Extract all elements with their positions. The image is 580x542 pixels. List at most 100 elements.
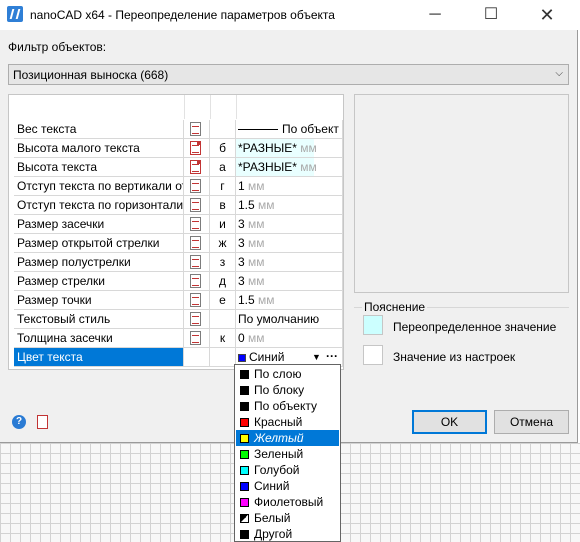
property-value-text: По объект — [282, 122, 339, 136]
property-value-text: 3 — [238, 217, 245, 231]
override-document-icon[interactable] — [190, 331, 201, 345]
override-doc-icon[interactable] — [37, 415, 48, 429]
property-row[interactable]: Отступ текста по горизонтали в 1.5 мм — [14, 196, 343, 215]
legend-title: Пояснение — [362, 300, 428, 314]
override-document-icon[interactable] — [190, 122, 201, 136]
property-override-cell[interactable] — [184, 348, 210, 367]
color-option[interactable]: Белый — [236, 510, 339, 526]
property-row[interactable]: Размер засечки и 3 мм — [14, 215, 343, 234]
property-value[interactable]: 0 мм — [236, 329, 343, 348]
color-option[interactable]: Желтый — [236, 430, 339, 446]
property-row[interactable]: Текстовый стиль По умолчанию — [14, 310, 343, 329]
color-option[interactable]: По слою — [236, 366, 339, 382]
maximize-button[interactable]: ☐ — [468, 0, 514, 30]
property-row[interactable]: Размер стрелки д 3 мм — [14, 272, 343, 291]
close-button[interactable]: ✕ — [524, 0, 570, 30]
property-override-cell[interactable] — [184, 253, 210, 272]
unit-label: мм — [254, 293, 275, 307]
color-swatch — [240, 450, 249, 459]
property-row[interactable]: Высота малого текста б *РАЗНЫЕ* мм — [14, 139, 343, 158]
override-document-icon[interactable] — [190, 198, 201, 212]
default-swatch — [363, 345, 383, 365]
color-swatch — [240, 466, 249, 475]
color-option[interactable]: Зеленый — [236, 446, 339, 462]
property-value[interactable]: 1 мм — [236, 177, 343, 196]
property-override-cell[interactable] — [184, 329, 210, 348]
property-value-text: 0 — [238, 331, 245, 345]
property-override-cell[interactable] — [184, 291, 210, 310]
default-legend-label: Значение из настроек — [393, 350, 516, 364]
property-row[interactable]: Высота текста а *РАЗНЫЕ* мм — [14, 158, 343, 177]
color-option[interactable]: Другой — [236, 526, 339, 542]
override-document-icon[interactable] — [190, 160, 201, 174]
property-value[interactable]: 1.5 мм — [236, 196, 343, 215]
unit-label: мм — [244, 274, 265, 288]
property-key — [210, 310, 236, 329]
unit-label: мм — [244, 179, 265, 193]
color-option[interactable]: Голубой — [236, 462, 339, 478]
property-value[interactable]: 3 мм — [236, 215, 343, 234]
property-value[interactable]: По объект — [236, 120, 343, 139]
property-value[interactable]: 3 мм — [236, 272, 343, 291]
color-option[interactable]: Фиолетовый — [236, 494, 339, 510]
object-filter-value: Позиционная выноска (668) — [13, 68, 169, 82]
color-option[interactable]: По объекту — [236, 398, 339, 414]
color-swatch — [240, 418, 249, 427]
property-override-cell[interactable] — [184, 215, 210, 234]
color-option[interactable]: Красный — [236, 414, 339, 430]
object-filter-select[interactable]: Позиционная выноска (668) ⌵ — [8, 64, 569, 85]
minimize-button[interactable]: ─ — [412, 0, 458, 30]
property-name: Размер стрелки — [14, 272, 184, 291]
property-override-cell[interactable] — [184, 272, 210, 291]
property-override-cell[interactable] — [184, 196, 210, 215]
property-override-cell[interactable] — [184, 158, 210, 177]
property-key — [210, 348, 236, 367]
override-document-icon[interactable] — [190, 255, 201, 269]
property-value[interactable]: *РАЗНЫЕ* мм — [236, 139, 343, 158]
property-override-cell[interactable] — [184, 310, 210, 329]
color-dropdown-list[interactable]: По слою По блоку По объекту Красный Желтый Зе… — [234, 364, 341, 542]
property-key: г — [210, 177, 236, 196]
property-value[interactable]: 3 мм — [236, 234, 343, 253]
property-value-text: Синий — [249, 350, 285, 364]
property-name: Размер открытой стрелки — [14, 234, 184, 253]
override-document-icon[interactable] — [190, 236, 201, 250]
override-document-icon[interactable] — [190, 217, 201, 231]
override-document-icon[interactable] — [190, 179, 201, 193]
ok-button[interactable]: OK — [412, 410, 487, 434]
override-document-icon[interactable] — [190, 293, 201, 307]
override-document-icon[interactable] — [190, 141, 201, 155]
property-value[interactable]: *РАЗНЫЕ* мм — [236, 158, 343, 177]
property-key: д — [210, 272, 236, 291]
property-row[interactable]: Толщина засечки к 0 мм — [14, 329, 343, 348]
property-row[interactable]: Отступ текста по вертикали от г 1 мм — [14, 177, 343, 196]
override-document-icon[interactable] — [190, 312, 201, 326]
help-icon[interactable]: ? — [12, 415, 26, 429]
property-key: а — [210, 158, 236, 177]
property-row[interactable]: Размер полустрелки з 3 мм — [14, 253, 343, 272]
property-value[interactable]: По умолчанию — [236, 310, 343, 329]
property-override-cell[interactable] — [184, 120, 210, 139]
property-row[interactable]: Вес текста По объект — [14, 120, 343, 139]
property-value[interactable]: 3 мм — [236, 253, 343, 272]
property-value[interactable]: 1.5 мм — [236, 291, 343, 310]
title-bar[interactable]: nanoCAD x64 - Переопределение параметров… — [0, 0, 578, 30]
property-override-cell[interactable] — [184, 177, 210, 196]
property-row[interactable]: Размер открытой стрелки ж 3 мм — [14, 234, 343, 253]
overridden-swatch — [363, 315, 383, 335]
unit-label: мм — [254, 198, 275, 212]
more-options-button[interactable]: ··· — [326, 348, 338, 365]
legend-group: Пояснение Переопределенное значение Знач… — [354, 298, 569, 378]
color-swatch — [240, 514, 249, 523]
property-grid-header — [9, 95, 343, 119]
unit-label: мм — [296, 160, 317, 174]
color-option[interactable]: По блоку — [236, 382, 339, 398]
color-option-label: Голубой — [254, 463, 300, 477]
color-option[interactable]: Синий — [236, 478, 339, 494]
property-override-cell[interactable] — [184, 234, 210, 253]
cancel-button[interactable]: Отмена — [494, 410, 569, 434]
header-divider — [236, 95, 237, 119]
property-override-cell[interactable] — [184, 139, 210, 158]
property-row[interactable]: Размер точки е 1.5 мм — [14, 291, 343, 310]
override-document-icon[interactable] — [190, 274, 201, 288]
